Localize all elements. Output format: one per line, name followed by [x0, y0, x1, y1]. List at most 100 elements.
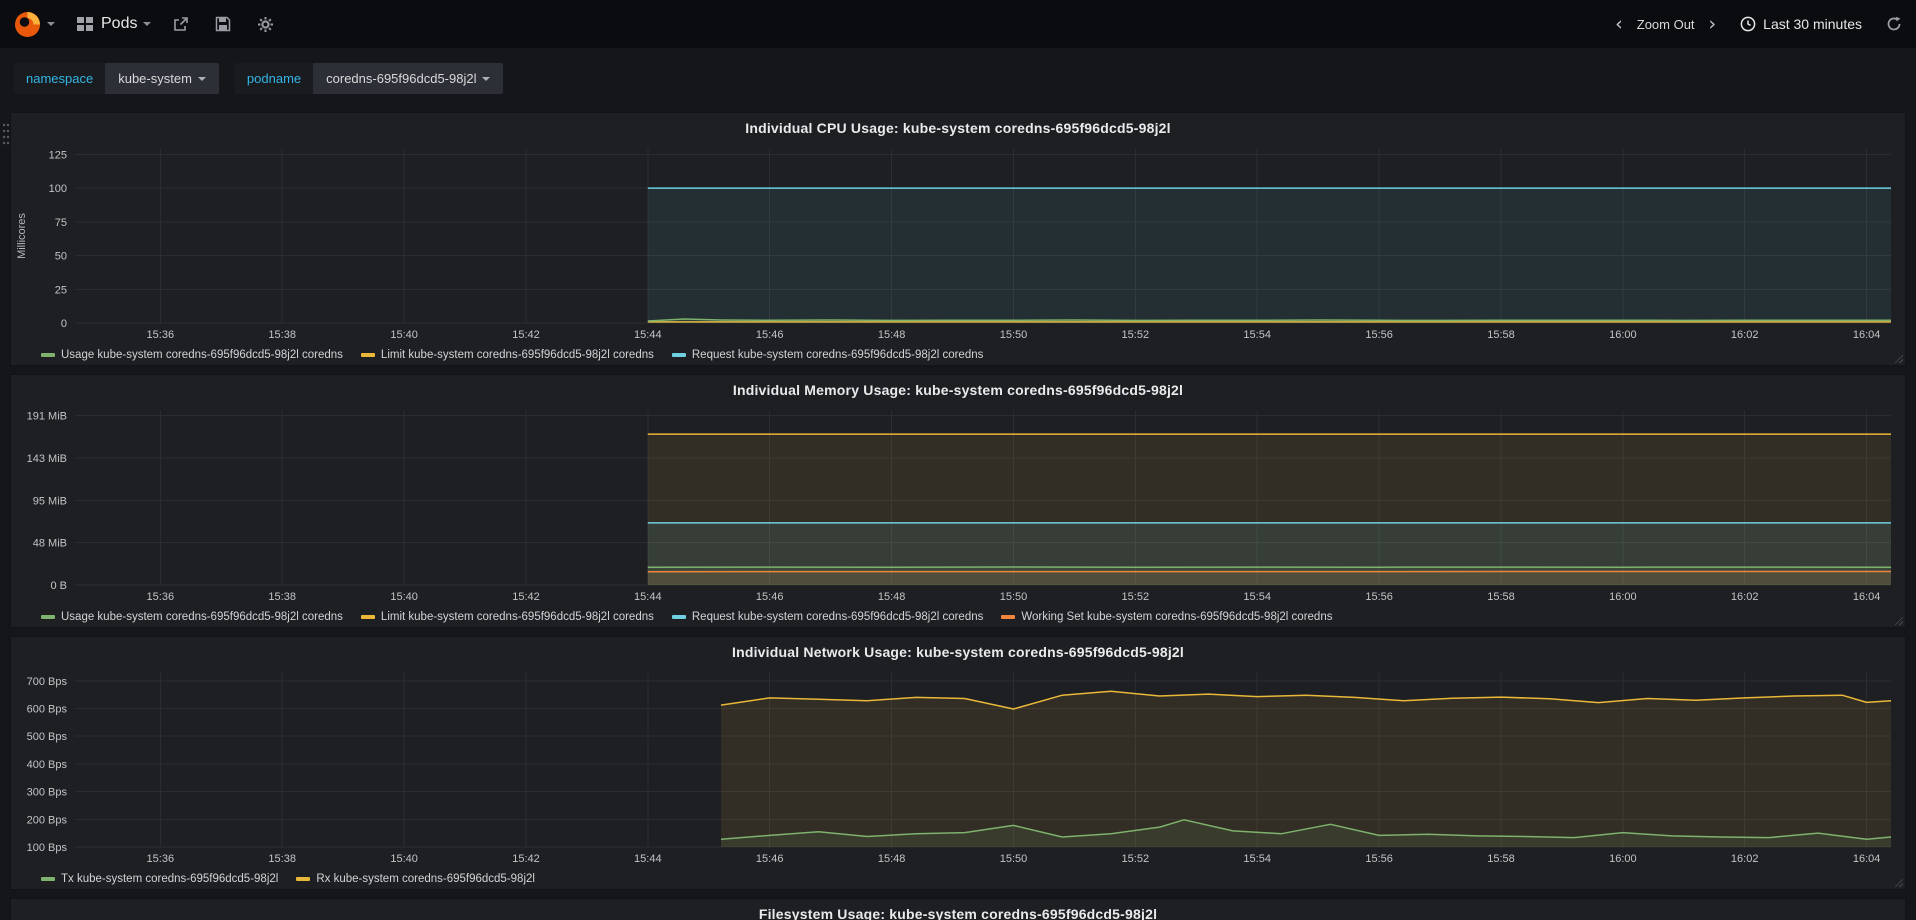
- dashboard-body: Individual CPU Usage: kube-system coredn…: [0, 94, 1916, 920]
- refresh-icon: [1887, 16, 1901, 31]
- variable-caret-icon: [197, 76, 206, 81]
- x-tick-label: 15:42: [512, 853, 540, 865]
- legend-swatch: [671, 353, 686, 357]
- x-tick-label: 15:56: [1365, 853, 1393, 865]
- x-tick-label: 15:44: [634, 591, 662, 603]
- share-icon: [174, 17, 189, 31]
- cpu-legend: Usage kube-system coredns-695f96dcd5-98j…: [11, 343, 1905, 367]
- variable-namespace: namespace kube-system: [14, 63, 219, 94]
- panel-title[interactable]: Individual Memory Usage: kube-system cor…: [11, 375, 1905, 403]
- legend-swatch: [360, 615, 375, 619]
- x-tick-label: 15:58: [1487, 591, 1515, 603]
- x-tick-label: 15:50: [1000, 329, 1028, 341]
- y-tick-label: 143 MiB: [27, 453, 67, 465]
- y-tick-label: 75: [55, 217, 67, 229]
- x-tick-label: 15:50: [1000, 853, 1028, 865]
- y-tick-label: 100 Bps: [27, 842, 68, 854]
- x-tick-label: 15:36: [147, 591, 175, 603]
- y-tick-label: 25: [55, 284, 67, 296]
- save-button[interactable]: [211, 12, 235, 36]
- x-tick-label: 15:44: [634, 329, 662, 341]
- x-tick-label: 15:46: [756, 591, 784, 603]
- legend-swatch: [1001, 615, 1016, 619]
- panel-title[interactable]: Individual CPU Usage: kube-system coredn…: [11, 113, 1905, 141]
- memory-usage-chart[interactable]: 0 B 48 MiB 95 MiB 143 MiB 191 MiB 15:36 15:38 1…: [11, 403, 1905, 605]
- legend-item[interactable]: Request kube-system coredns-695f96dcd5-9…: [671, 611, 983, 623]
- x-tick-label: 15:52: [1122, 853, 1150, 865]
- x-tick-label: 16:00: [1609, 329, 1637, 341]
- share-button[interactable]: [169, 12, 193, 36]
- legend-item[interactable]: Usage kube-system coredns-695f96dcd5-98j…: [41, 611, 343, 623]
- y-tick-label: 700 Bps: [27, 676, 68, 688]
- time-shift-right-button[interactable]: ›: [1705, 13, 1721, 36]
- legend-label: Request kube-system coredns-695f96dcd5-9…: [691, 349, 984, 361]
- grafana-app: Pods ‹ Zoom Out › Last 30 minutes namesp…: [0, 0, 1916, 920]
- x-tick-label: 15:52: [1122, 329, 1150, 341]
- y-tick-label: 400 Bps: [27, 759, 68, 771]
- legend-item[interactable]: Tx kube-system coredns-695f96dcd5-98j2l: [41, 873, 278, 885]
- x-tick-label: 15:40: [390, 853, 418, 865]
- legend-swatch: [41, 877, 55, 881]
- x-tick-label: 15:46: [756, 853, 784, 865]
- panel-cpu-usage: Individual CPU Usage: kube-system coredn…: [10, 112, 1906, 366]
- grafana-logo[interactable]: [14, 11, 55, 38]
- variable-label-podname: podname: [234, 63, 314, 94]
- time-range-label: Last 30 minutes: [1763, 16, 1862, 32]
- legend-label: Limit kube-system coredns-695f96dcd5-98j…: [380, 349, 654, 361]
- y-tick-label: 0: [61, 318, 67, 330]
- legend-swatch: [360, 353, 375, 357]
- variable-value-text: kube-system: [118, 71, 192, 86]
- x-tick-label: 16:00: [1609, 591, 1637, 603]
- settings-button[interactable]: [253, 12, 278, 37]
- x-tick-label: 16:04: [1853, 853, 1881, 865]
- x-tick-label: 15:40: [390, 591, 418, 603]
- x-tick-label: 15:56: [1365, 591, 1393, 603]
- x-tick-label: 15:36: [147, 329, 175, 341]
- x-tick-label: 16:00: [1609, 853, 1637, 865]
- x-tick-label: 15:54: [1243, 591, 1271, 603]
- legend-item[interactable]: Usage kube-system coredns-695f96dcd5-98j…: [41, 349, 343, 361]
- network-legend: Tx kube-system coredns-695f96dcd5-98j2l R…: [11, 867, 1905, 891]
- y-tick-label: 300 Bps: [27, 787, 68, 799]
- x-tick-label: 15:38: [268, 591, 296, 603]
- x-tick-label: 15:44: [634, 853, 662, 865]
- legend-swatch: [41, 615, 55, 619]
- row-drag-handle[interactable]: [2, 122, 10, 146]
- dashboard-caret-icon: [143, 22, 152, 26]
- legend-item[interactable]: Rx kube-system coredns-695f96dcd5-98j2l: [296, 873, 535, 885]
- legend-label: Usage kube-system coredns-695f96dcd5-98j…: [61, 611, 343, 623]
- variable-podname: podname coredns-695f96dcd5-98j2l: [234, 63, 504, 94]
- network-usage-chart[interactable]: 100 Bps 200 Bps 300 Bps 400 Bps 500 Bps 600 B…: [11, 665, 1905, 867]
- legend-label: Working Set kube-system coredns-695f96dc…: [1021, 611, 1333, 623]
- y-axis-title: Millicores: [16, 213, 28, 259]
- legend-item[interactable]: Working Set kube-system coredns-695f96dc…: [1001, 611, 1332, 623]
- legend-label: Usage kube-system coredns-695f96dcd5-98j…: [61, 349, 343, 361]
- y-tick-label: 500 Bps: [27, 731, 68, 743]
- legend-swatch: [296, 877, 311, 881]
- y-tick-label: 100: [49, 183, 67, 195]
- variable-caret-icon: [482, 76, 491, 81]
- x-tick-label: 15:42: [512, 591, 540, 603]
- panel-title[interactable]: Individual Network Usage: kube-system co…: [11, 637, 1905, 665]
- x-tick-label: 15:50: [1000, 591, 1028, 603]
- dashboard-picker[interactable]: Pods: [77, 15, 152, 33]
- legend-item[interactable]: Limit kube-system coredns-695f96dcd5-98j…: [360, 611, 654, 623]
- time-range-picker[interactable]: Last 30 minutes: [1740, 16, 1862, 32]
- variable-value-text: coredns-695f96dcd5-98j2l: [326, 71, 477, 86]
- y-tick-label: 125: [49, 149, 67, 161]
- cpu-usage-chart[interactable]: 0 25 50 75 100 125 15:36 15:38 15:40 15:42 15:44 15…: [11, 141, 1905, 343]
- y-tick-label: 95 MiB: [33, 496, 67, 508]
- gear-icon: [258, 16, 274, 32]
- zoom-out-button[interactable]: Zoom Out: [1637, 17, 1695, 32]
- time-shift-left-button[interactable]: ‹: [1611, 13, 1627, 36]
- panel-title[interactable]: Filesystem Usage: kube-system coredns-69…: [11, 899, 1905, 920]
- x-tick-label: 15:48: [878, 329, 906, 341]
- x-tick-label: 16:04: [1853, 591, 1881, 603]
- x-tick-label: 15:56: [1365, 329, 1393, 341]
- legend-item[interactable]: Request kube-system coredns-695f96dcd5-9…: [671, 349, 984, 361]
- panel-memory-usage: Individual Memory Usage: kube-system cor…: [10, 374, 1906, 628]
- refresh-button[interactable]: [1886, 16, 1902, 32]
- variable-value-podname[interactable]: coredns-695f96dcd5-98j2l: [313, 63, 504, 94]
- legend-item[interactable]: Limit kube-system coredns-695f96dcd5-98j…: [360, 349, 654, 361]
- variable-value-namespace[interactable]: kube-system: [105, 63, 219, 94]
